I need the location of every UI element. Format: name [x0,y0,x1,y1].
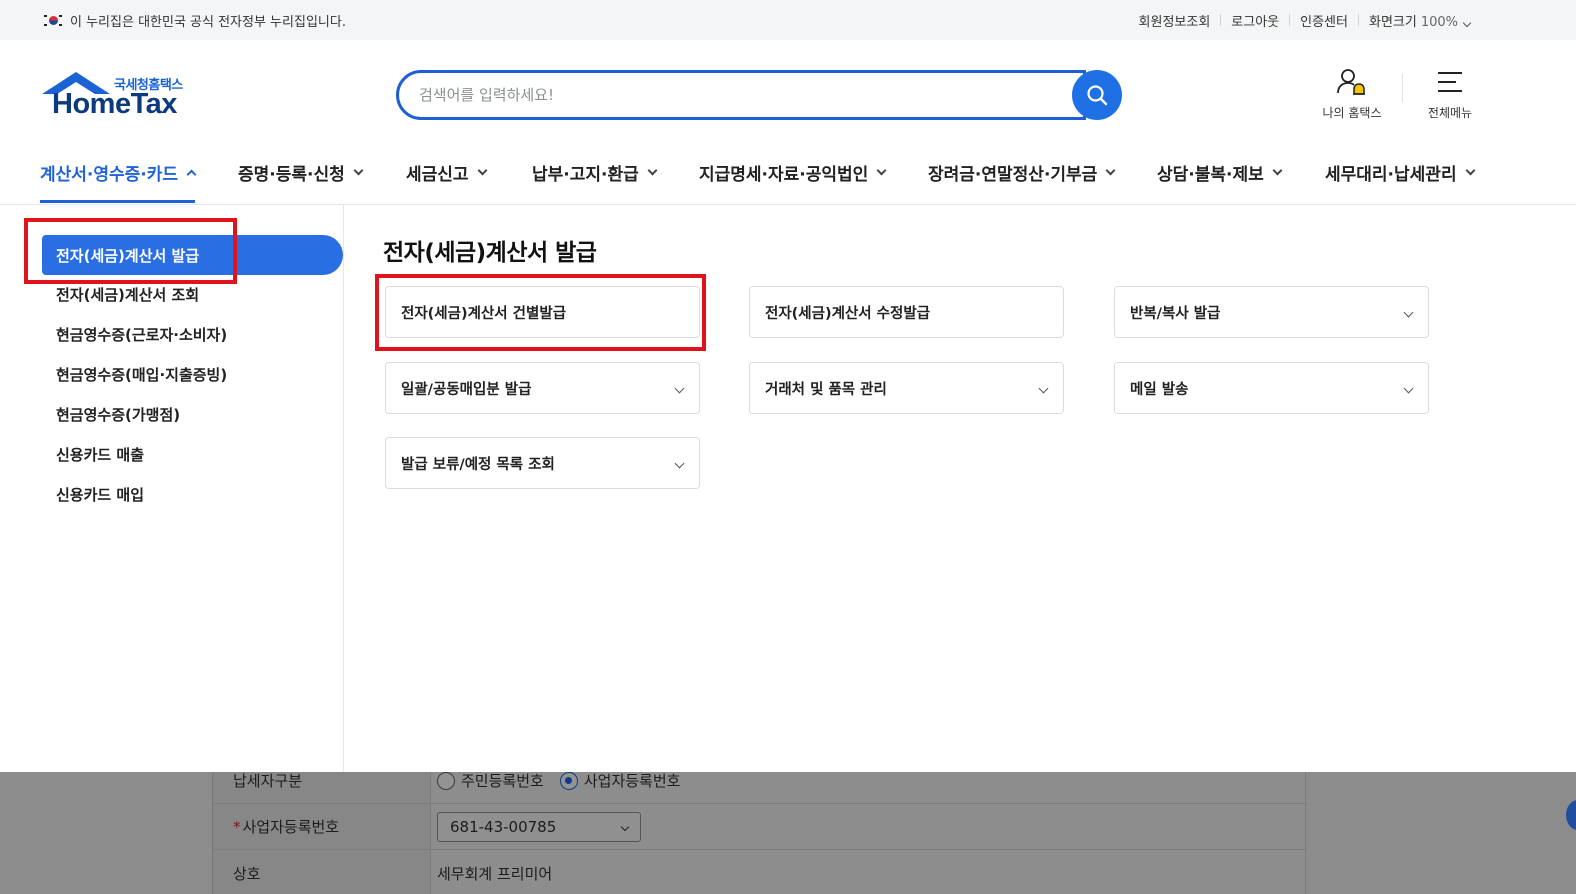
main-nav: 계산서·영수증·카드 증명·등록·신청 세금신고 납부·고지·환급 지급명세·자… [0,140,1576,205]
label-text: 사업자등록번호 [242,818,340,836]
chevron-down-icon [1403,383,1414,394]
card-pending-list[interactable]: 발급 보류/예정 목록 조회 [385,437,700,489]
my-hometax-label: 나의 홈택스 [1322,106,1382,120]
nav-invoice-receipt-card[interactable]: 계산서·영수증·카드 [40,140,197,204]
required-mark: * [233,817,241,836]
sidebar-item-credit-card-purchase[interactable]: 신용카드 매입 [56,484,144,505]
card-bulk-joint-issue[interactable]: 일괄/공동매입분 발급 [385,362,700,414]
form-row-business-number: * 사업자등록번호 681-43-00785 [213,804,1307,850]
nav-label: 세금신고 [406,164,469,185]
business-number-select[interactable]: 681-43-00785 [437,811,641,842]
radio-label: 사업자등록번호 [583,772,681,790]
nav-label: 상담·불복·제보 [1157,164,1264,185]
gov-notice-text: 이 누리집은 대한민국 공식 전자정부 누리집입니다. [70,14,346,30]
hamburger-menu-icon [1438,72,1462,92]
floating-button-edge[interactable] [1566,800,1576,830]
card-label: 전자(세금)계산서 수정발급 [765,305,931,322]
card-label: 발급 보류/예정 목록 조회 [401,456,555,473]
form-label: * 사업자등록번호 [213,804,431,849]
hometax-logo[interactable]: 국세청홈택스 HomeTax [40,70,200,124]
nav-active-underline [40,200,195,203]
select-value: 681-43-00785 [450,817,557,836]
chevron-up-icon [186,169,197,179]
gov-notice: 이 누리집은 대한민국 공식 전자정부 누리집입니다. [44,0,346,40]
card-partner-item-manage[interactable]: 거래처 및 품목 관리 [749,362,1064,414]
cert-center-link[interactable]: 인증센터 [1290,11,1358,30]
radio-resident-number[interactable] [437,772,455,790]
zoom-value: 100% [1420,14,1458,30]
sidebar-item-cash-receipt-consumer[interactable]: 현금영수증(근로자·소비자) [56,324,227,345]
sidebar: 전자(세금)계산서 발급 전자(세금)계산서 조회 현금영수증(근로자·소비자)… [0,205,344,772]
card-label: 반복/복사 발급 [1130,305,1221,322]
chevron-down-icon [1403,307,1414,318]
form-value: 주민등록번호 사업자등록번호 [437,772,680,803]
search-icon [1087,85,1108,106]
card-send-email[interactable]: 메일 발송 [1114,362,1429,414]
radio-business-number[interactable] [559,772,578,790]
sidebar-item-cash-receipt-merchant[interactable]: 현금영수증(가맹점) [56,404,180,425]
all-menu-label: 전체메뉴 [1427,106,1473,120]
chevron-down-icon [1465,165,1476,175]
nav-label: 납부·고지·환급 [532,164,639,185]
chevron-down-icon [1462,18,1472,27]
chevron-down-icon [353,165,364,175]
form-value: 681-43-00785 [437,804,641,849]
nav-label: 계산서·영수증·카드 [40,164,179,185]
sidebar-item-credit-card-sales[interactable]: 신용카드 매출 [56,444,144,465]
form-label: 상호 [213,850,431,894]
radio-label: 주민등록번호 [461,772,544,790]
card-label: 거래처 및 품목 관리 [765,381,887,398]
form-label: 납세자구분 [213,772,431,803]
member-info-link[interactable]: 회원정보조회 [1129,11,1221,30]
highlight-box-card [375,274,706,351]
nav-label: 세무대리·납세관리 [1325,164,1457,185]
chevron-down-icon [674,383,685,394]
nav-certificate-register[interactable]: 증명·등록·신청 [238,140,364,204]
sidebar-item-einvoice-inquiry[interactable]: 전자(세금)계산서 조회 [56,284,199,305]
card-repeat-copy-issue[interactable]: 반복/복사 발급 [1114,286,1429,338]
chevron-down-icon [477,165,488,175]
card-label: 일괄/공동매입분 발급 [401,381,532,398]
nav-tax-agent[interactable]: 세무대리·납세관리 [1325,140,1476,204]
nav-payment-statement[interactable]: 지급명세·자료·공익법인 [699,140,887,204]
card-label: 메일 발송 [1130,381,1189,398]
form-table: 납세자구분 주민등록번호 사업자등록번호 * 사업자등록번호 681-43-007… [212,772,1307,894]
card-amend-issue[interactable]: 전자(세금)계산서 수정발급 [749,286,1064,338]
user-bell-icon [1337,69,1365,95]
chevron-down-icon [1038,383,1049,394]
divider [1402,74,1403,102]
nav-label: 지급명세·자료·공익법인 [699,164,869,185]
chevron-down-icon [1272,165,1283,175]
gov-banner: 이 누리집은 대한민국 공식 전자정부 누리집입니다. 회원정보조회 로그아웃 … [0,0,1576,40]
dimmed-background-form: 납세자구분 주민등록번호 사업자등록번호 * 사업자등록번호 681-43-007… [0,772,1576,894]
korea-flag-icon [44,14,62,27]
sidebar-item-cash-receipt-expense[interactable]: 현금영수증(매입·지출증빙) [56,364,227,385]
nav-payment-refund[interactable]: 납부·고지·환급 [532,140,658,204]
nav-tax-filing[interactable]: 세금신고 [406,140,488,204]
chevron-down-icon [647,165,658,175]
utility-links: 회원정보조회 로그아웃 인증센터 화면크기 100% [1129,0,1480,40]
zoom-control[interactable]: 화면크기 100% [1359,11,1480,30]
page-title: 전자(세금)계산서 발급 [383,240,597,266]
form-row-taxpayer-type: 납세자구분 주민등록번호 사업자등록번호 [213,772,1307,804]
chevron-down-icon [620,822,630,831]
logout-link[interactable]: 로그아웃 [1221,11,1289,30]
chevron-down-icon [674,458,685,469]
nav-incentive-year-end[interactable]: 장려금·연말정산·기부금 [928,140,1116,204]
chevron-down-icon [1105,165,1116,175]
search-bar [396,70,1122,120]
chevron-down-icon [876,165,887,175]
search-button[interactable] [1072,70,1122,120]
nav-consult-appeal[interactable]: 상담·불복·제보 [1157,140,1283,204]
highlight-box-sidebar [24,218,237,284]
zoom-label: 화면크기 [1368,14,1417,30]
search-input[interactable] [396,70,1086,120]
form-row-company: 상호 세무회계 프리미어 [213,850,1307,894]
nav-label: 증명·등록·신청 [238,164,345,185]
logo-wordmark: HomeTax [52,88,177,120]
all-menu-button[interactable]: 전체메뉴 [1420,64,1480,124]
my-hometax-button[interactable]: 나의 홈택스 [1316,64,1388,124]
form-value: 세무회계 프리미어 [437,864,553,883]
nav-label: 장려금·연말정산·기부금 [928,164,1098,185]
